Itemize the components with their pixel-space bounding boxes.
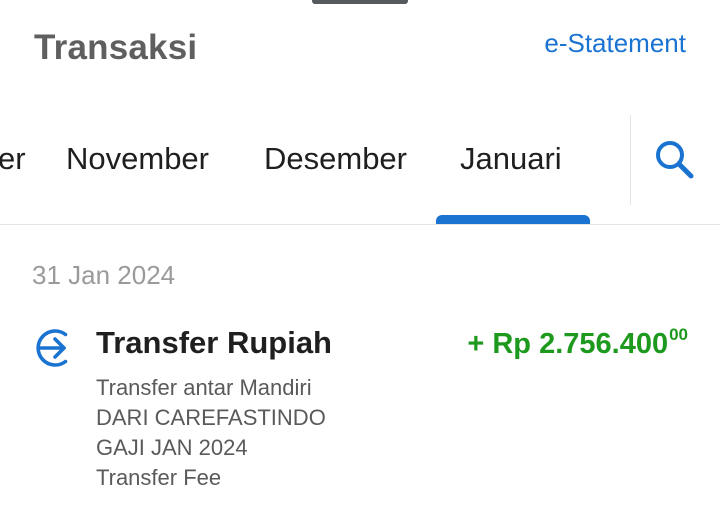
description-line: Transfer antar Mandiri bbox=[96, 375, 312, 400]
search-button[interactable] bbox=[652, 137, 698, 183]
description-line: GAJI JAN 2024 bbox=[96, 435, 248, 460]
section-divider bbox=[0, 224, 720, 225]
page-title: Transaksi bbox=[34, 28, 198, 67]
amount-whole: 2.756.400 bbox=[539, 328, 669, 360]
tab-oktober[interactable]: er bbox=[0, 141, 26, 177]
tabs-divider bbox=[630, 115, 631, 205]
amount-prefix: + Rp bbox=[467, 328, 540, 360]
tab-januari[interactable]: Januari bbox=[460, 141, 562, 177]
month-tabs: er November Desember Januari bbox=[0, 110, 720, 224]
search-icon bbox=[656, 141, 694, 179]
transaction-description: Transfer antar Mandiri DARI CAREFASTINDO… bbox=[96, 373, 326, 493]
tab-desember[interactable]: Desember bbox=[264, 141, 407, 177]
e-statement-link[interactable]: e-Statement bbox=[544, 28, 686, 59]
tab-november[interactable]: November bbox=[66, 141, 209, 177]
description-line: Transfer Fee bbox=[96, 465, 222, 490]
transaction-amount: + Rp 2.756.40000 bbox=[467, 325, 688, 361]
description-line: DARI CAREFASTINDO bbox=[96, 405, 326, 430]
transaction-title: Transfer Rupiah bbox=[96, 325, 332, 360]
amount-decimal: 00 bbox=[669, 325, 688, 344]
date-header: 31 Jan 2024 bbox=[32, 260, 176, 290]
active-tab-indicator bbox=[436, 215, 590, 224]
month-tabs-scroll[interactable]: er November Desember Januari bbox=[0, 110, 630, 224]
status-notch bbox=[312, 0, 408, 4]
transfer-arrow-icon bbox=[33, 326, 77, 370]
